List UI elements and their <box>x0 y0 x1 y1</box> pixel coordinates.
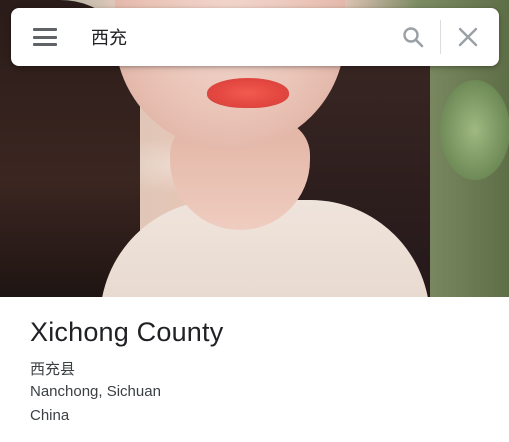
search-input[interactable] <box>91 22 396 52</box>
place-country: China <box>30 407 70 424</box>
photo-lips <box>207 78 289 108</box>
clear-search-button[interactable] <box>451 20 485 54</box>
close-icon <box>458 27 478 47</box>
photo-foliage <box>440 80 509 180</box>
menu-button[interactable] <box>28 20 62 54</box>
place-local-name: 西充县 <box>30 360 76 378</box>
maps-place-view: Xichong County 西充县 Nanchong, Sichuan Chi… <box>0 0 509 442</box>
search-button[interactable] <box>396 20 430 54</box>
menu-icon <box>33 28 57 46</box>
place-title: Xichong County <box>30 317 224 347</box>
search-icon <box>403 27 424 48</box>
place-info-panel: Xichong County 西充县 Nanchong, Sichuan Chi… <box>0 297 509 442</box>
search-bar <box>11 8 499 66</box>
place-region: Nanchong, Sichuan <box>30 383 161 400</box>
search-divider <box>440 20 441 54</box>
